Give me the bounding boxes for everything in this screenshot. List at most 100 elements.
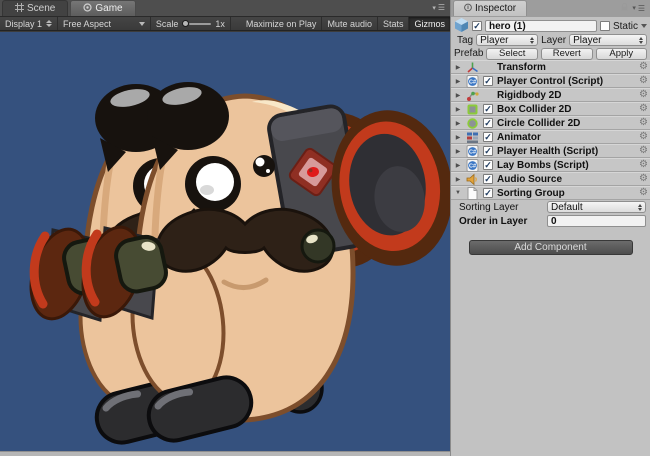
component-enabled-checkbox[interactable]: ✓ <box>483 118 493 128</box>
chevron-down-icon <box>139 22 145 26</box>
foldout-icon[interactable]: ▶ <box>454 120 462 127</box>
component-header-circle-collider2d[interactable]: ▶ ✓ Circle Collider 2D ⚙ <box>451 116 650 130</box>
sorting-group-icon <box>465 187 479 200</box>
component-enabled-checkbox[interactable]: ✓ <box>483 160 493 170</box>
component-name: Transform <box>497 62 636 73</box>
game-toolbar: Display 1 Free Aspect Scale 1x Maximize … <box>0 17 450 31</box>
static-checkbox[interactable] <box>600 21 610 31</box>
component-name: Rigidbody 2D <box>497 90 636 101</box>
tab-game[interactable]: Game <box>70 0 135 16</box>
gear-icon[interactable]: ⚙ <box>639 188 648 198</box>
scene-icon <box>15 3 24 15</box>
prefab-label: Prefab <box>454 48 483 59</box>
gear-icon[interactable]: ⚙ <box>639 76 648 86</box>
gear-icon[interactable]: ⚙ <box>639 132 648 142</box>
lock-icon[interactable] <box>621 3 628 13</box>
component-name: Sorting Group <box>497 188 636 199</box>
prefab-select-button[interactable]: Select <box>486 48 538 60</box>
transform-icon <box>465 61 479 74</box>
aspect-dropdown[interactable]: Free Aspect <box>58 17 151 30</box>
component-header-box-collider2d[interactable]: ▶ ✓ Box Collider 2D ⚙ <box>451 102 650 116</box>
component-enabled-checkbox[interactable]: ✓ <box>483 104 493 114</box>
component-header-audio-source[interactable]: ▶ ✓ Audio Source ⚙ <box>451 172 650 186</box>
maximize-on-play-button[interactable]: Maximize on Play <box>241 17 323 30</box>
scale-value: 1x <box>215 19 225 29</box>
tag-label: Tag <box>457 35 473 46</box>
popup-arrows-icon <box>46 20 52 27</box>
component-enabled-checkbox[interactable]: ✓ <box>483 76 493 86</box>
tab-inspector[interactable]: Inspector <box>453 0 527 16</box>
prefab-revert-button[interactable]: Revert <box>541 48 593 60</box>
mute-audio-button[interactable]: Mute audio <box>322 17 378 30</box>
foldout-icon[interactable]: ▼ <box>454 190 462 196</box>
component-name: Circle Collider 2D <box>497 118 636 129</box>
component-header-rigidbody2d[interactable]: ▶ Rigidbody 2D ⚙ <box>451 88 650 102</box>
gizmos-button[interactable]: Gizmos <box>409 17 450 30</box>
gear-icon[interactable]: ⚙ <box>639 160 648 170</box>
foldout-icon[interactable]: ▶ <box>454 134 462 141</box>
scale-control: Scale 1x <box>151 17 231 30</box>
inspector-panel: Inspector ▾☰ ✓ hero (1) Static Tag Playe… <box>450 0 650 456</box>
svg-text:C#: C# <box>468 79 475 85</box>
game-pane-menu-icon[interactable]: ▾☰ <box>432 3 446 12</box>
game-tab-bar: Scene Game ▾☰ <box>0 0 450 17</box>
gear-icon[interactable]: ⚙ <box>639 118 648 128</box>
foldout-icon[interactable]: ▶ <box>454 176 462 183</box>
scale-label: Scale <box>156 19 179 29</box>
tag-dropdown[interactable]: Player <box>476 34 538 46</box>
component-header-player-control[interactable]: ▶ C# ✓ Player Control (Script) ⚙ <box>451 74 650 88</box>
gear-icon[interactable]: ⚙ <box>639 104 648 114</box>
foldout-icon[interactable]: ▶ <box>454 106 462 113</box>
component-header-sorting-group[interactable]: ▼ ✓ Sorting Group ⚙ <box>451 186 650 200</box>
foldout-icon[interactable]: ▶ <box>454 148 462 155</box>
sorting-layer-dropdown[interactable]: Default <box>547 201 646 213</box>
tab-scene-label: Scene <box>27 3 55 14</box>
component-header-player-health[interactable]: ▶ C# ✓ Player Health (Script) ⚙ <box>451 144 650 158</box>
add-component-button[interactable]: Add Component <box>469 240 633 255</box>
component-enabled-checkbox[interactable]: ✓ <box>483 146 493 156</box>
animator-icon <box>465 131 479 144</box>
game-viewport[interactable] <box>0 32 450 451</box>
order-in-layer-row: Order in Layer 0 <box>451 214 650 228</box>
static-label: Static <box>613 21 638 32</box>
hero-character <box>0 32 450 451</box>
foldout-icon[interactable]: ▶ <box>454 78 462 85</box>
gear-icon[interactable]: ⚙ <box>639 174 648 184</box>
inspector-pane-menu-icon[interactable]: ▾☰ <box>621 3 646 13</box>
component-name: Box Collider 2D <box>497 104 636 115</box>
game-icon <box>83 3 92 15</box>
order-in-layer-field[interactable]: 0 <box>547 215 646 227</box>
gear-icon[interactable]: ⚙ <box>639 62 648 72</box>
game-panel: Scene Game ▾☰ Display 1 Free Aspect Scal… <box>0 0 450 456</box>
component-name: Audio Source <box>497 174 636 185</box>
foldout-icon[interactable]: ▶ <box>454 64 462 71</box>
popup-arrows-icon <box>530 37 534 44</box>
gameobject-enabled-checkbox[interactable]: ✓ <box>472 21 482 31</box>
component-header-animator[interactable]: ▶ ✓ Animator ⚙ <box>451 130 650 144</box>
foldout-icon[interactable]: ▶ <box>454 162 462 169</box>
prefab-apply-button[interactable]: Apply <box>596 48 648 60</box>
inspector-tab-bar: Inspector ▾☰ <box>451 0 650 17</box>
gameobject-name-field[interactable]: hero (1) <box>485 20 597 32</box>
component-header-transform[interactable]: ▶ Transform ⚙ <box>451 60 650 74</box>
component-header-lay-bombs[interactable]: ▶ C# ✓ Lay Bombs (Script) ⚙ <box>451 158 650 172</box>
component-enabled-checkbox[interactable]: ✓ <box>483 188 493 198</box>
stats-button[interactable]: Stats <box>378 17 410 30</box>
tab-scene[interactable]: Scene <box>2 0 68 16</box>
component-enabled-checkbox[interactable]: ✓ <box>483 132 493 142</box>
gear-icon[interactable]: ⚙ <box>639 146 648 156</box>
sorting-layer-row: Sorting Layer Default <box>451 200 650 214</box>
display-dropdown[interactable]: Display 1 <box>0 17 58 30</box>
sorting-layer-label: Sorting Layer <box>459 202 543 213</box>
static-dropdown-icon[interactable] <box>641 24 647 28</box>
slider-knob[interactable] <box>182 20 189 27</box>
foldout-icon[interactable]: ▶ <box>454 92 462 99</box>
layer-dropdown[interactable]: Player <box>569 34 647 46</box>
window-edge <box>0 451 450 456</box>
gameobject-cube-icon <box>454 17 469 35</box>
scale-slider[interactable] <box>182 20 211 27</box>
csharp-script-icon: C# <box>465 75 479 88</box>
component-enabled-checkbox[interactable]: ✓ <box>483 174 493 184</box>
gear-icon[interactable]: ⚙ <box>639 90 648 100</box>
popup-arrows-icon <box>639 37 643 44</box>
